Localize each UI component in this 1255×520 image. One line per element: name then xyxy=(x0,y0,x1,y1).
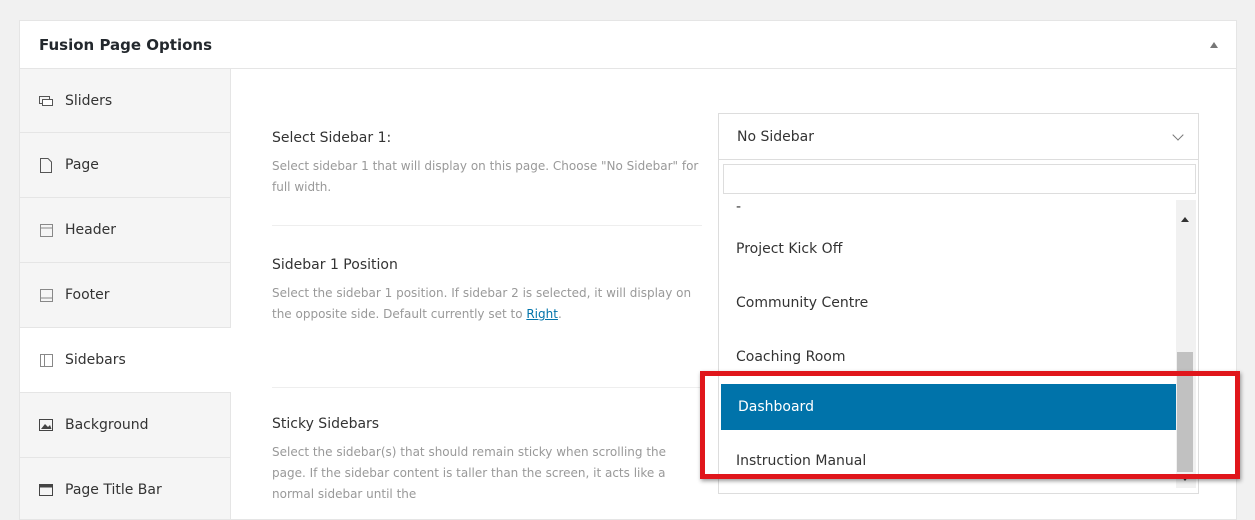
tab-sidebars[interactable]: Sidebars xyxy=(20,328,231,393)
chevron-down-icon xyxy=(1172,128,1184,141)
field-description: Select the sidebar 1 position. If sideba… xyxy=(272,283,702,325)
tab-label: Page xyxy=(65,157,99,173)
tab-label: Sidebars xyxy=(65,352,126,368)
footer-icon xyxy=(39,288,53,302)
tab-background[interactable]: Background xyxy=(20,393,230,458)
desc-text: Select the sidebar 1 position. If sideba… xyxy=(272,286,692,321)
field-title: Sidebar 1 Position xyxy=(272,257,398,273)
tab-sliders[interactable]: Sliders xyxy=(20,69,230,133)
sidebars-icon xyxy=(39,353,53,367)
sidebar-1-select[interactable]: No Sidebar xyxy=(718,113,1199,160)
sidebars-settings: Select Sidebar 1: Select sidebar 1 that … xyxy=(272,130,702,505)
background-icon xyxy=(39,418,53,432)
sliders-icon xyxy=(39,94,53,108)
field-select-sidebar-1: Select Sidebar 1: Select sidebar 1 that … xyxy=(272,130,702,226)
collapse-arrow-icon[interactable] xyxy=(1210,41,1218,48)
tab-footer[interactable]: Footer xyxy=(20,263,230,328)
tab-page[interactable]: Page xyxy=(20,133,230,198)
field-title: Sticky Sidebars xyxy=(272,416,380,432)
metabox-title: Fusion Page Options xyxy=(39,35,213,54)
field-description: Select the sidebar(s) that should remain… xyxy=(272,445,667,501)
dropdown-option[interactable]: Community Centre xyxy=(719,276,1174,330)
select-value: No Sidebar xyxy=(737,128,814,145)
field-title: Select Sidebar 1: xyxy=(272,130,392,146)
desc-text-end: . xyxy=(557,307,562,321)
field-sidebar-1-position: Sidebar 1 Position Select the sidebar 1 … xyxy=(272,226,702,388)
tab-header[interactable]: Header xyxy=(20,198,230,263)
metabox-header[interactable]: Fusion Page Options xyxy=(20,21,1236,69)
header-icon xyxy=(39,223,53,237)
field-sticky-sidebars: Sticky Sidebars Select the sidebar(s) th… xyxy=(272,388,702,505)
page-icon xyxy=(39,157,53,173)
tab-label: Header xyxy=(65,222,116,238)
dropdown-search-input[interactable] xyxy=(723,164,1196,194)
tab-label: Page Title Bar xyxy=(65,482,162,498)
tab-page-title-bar[interactable]: Page Title Bar xyxy=(20,458,230,519)
options-tabs: Sliders Page Header Footer Sidebars Back… xyxy=(20,69,231,519)
field-description: Select sidebar 1 that will display on th… xyxy=(272,159,699,194)
tab-label: Footer xyxy=(65,287,110,303)
page-title-bar-icon xyxy=(39,483,53,497)
dropdown-option[interactable]: Project Kick Off xyxy=(719,222,1174,276)
tab-label: Sliders xyxy=(65,92,113,109)
scroll-up-arrow-icon[interactable] xyxy=(1181,217,1189,222)
annotation-highlight-box xyxy=(700,371,1240,479)
tab-label: Background xyxy=(65,417,149,433)
right-link[interactable]: Right xyxy=(526,307,558,321)
